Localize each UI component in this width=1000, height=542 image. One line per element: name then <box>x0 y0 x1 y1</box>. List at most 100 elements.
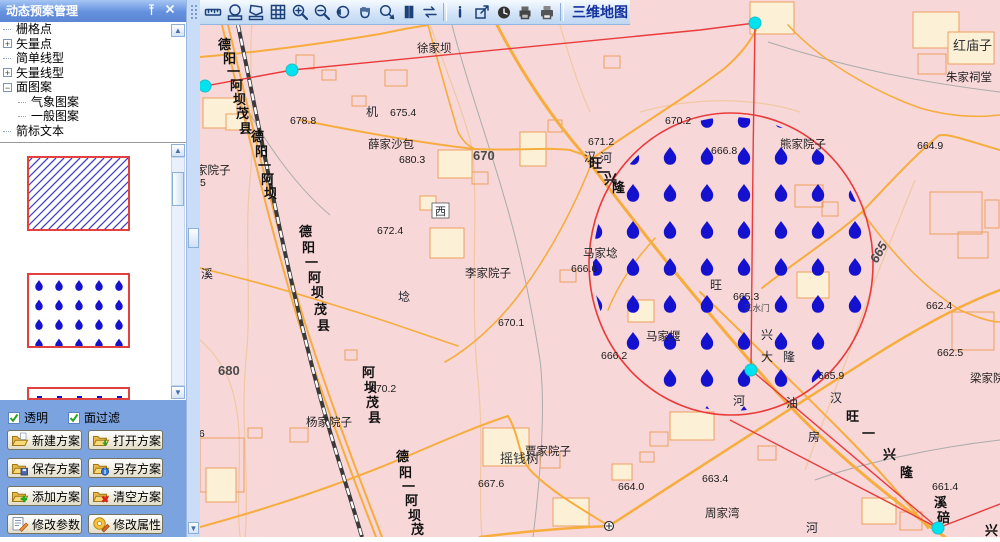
button-打开方案[interactable]: 打开方案 <box>88 430 163 450</box>
map-label: 661.4 <box>932 481 958 493</box>
pattern-swatch-partial[interactable] <box>27 387 130 400</box>
grip-dot <box>195 9 197 11</box>
measure-polygon-button[interactable] <box>246 1 268 23</box>
pan-button[interactable] <box>354 1 376 23</box>
swatch-scroll-thumb[interactable] <box>172 172 184 206</box>
tree-item-矢量线型[interactable]: +矢量线型 <box>0 66 186 81</box>
measure-distance-button[interactable] <box>202 1 224 23</box>
close-icon[interactable] <box>163 4 177 18</box>
checkbox-面过滤[interactable]: 面过滤 <box>68 412 120 425</box>
tree-item-简单线型[interactable]: 简单线型 <box>0 51 186 66</box>
map-label: 670.1 <box>498 317 524 329</box>
zoom-prev-button[interactable] <box>333 1 355 23</box>
map-3d-button[interactable]: 三维地图 <box>572 2 628 22</box>
building <box>797 272 829 298</box>
zoom-out-button[interactable] <box>311 1 333 23</box>
tree-item-面图案[interactable]: −面图案 <box>0 80 186 95</box>
swap-button[interactable] <box>420 1 442 23</box>
info-button[interactable] <box>449 1 471 23</box>
button-label: 保存方案 <box>32 460 80 477</box>
map-label: 阿 <box>308 270 321 285</box>
button-清空方案[interactable]: 清空方案 <box>88 486 163 506</box>
tree-item-箭标文本[interactable]: 箭标文本 <box>0 124 186 139</box>
control-point-handle[interactable] <box>932 522 944 534</box>
button-修改参数[interactable]: 修改参数 <box>7 514 82 534</box>
map-label: 662.5 <box>937 347 963 359</box>
map-label: 杨家院子 <box>306 415 352 429</box>
button-另存方案[interactable]: i另存方案 <box>88 458 163 478</box>
map-label: 埝 <box>398 289 410 304</box>
tree-item-一般图案[interactable]: 一般图案 <box>0 109 186 124</box>
building <box>206 468 236 502</box>
tree-item-气象图案[interactable]: 气象图案 <box>0 95 186 110</box>
tree-line <box>18 116 26 117</box>
map-label: 678.8 <box>290 115 316 127</box>
button-添加方案[interactable]: 添加方案 <box>7 486 82 506</box>
map-label: 家院子 <box>200 163 231 177</box>
checkmark-icon <box>8 412 20 424</box>
map-canvas[interactable]: 678.8675.4680.3672.4670.1671.2670.2670.2… <box>200 0 1000 537</box>
map-label: 河 <box>806 521 818 535</box>
tree-item-label: 栅格点 <box>16 22 52 37</box>
building <box>438 150 472 178</box>
tree-line <box>18 102 26 103</box>
map-label: 阳 <box>399 465 412 480</box>
map-label: 旺 <box>846 409 859 424</box>
print-preview-button[interactable] <box>514 1 536 23</box>
zoom-prev-icon <box>334 3 352 21</box>
pin-icon[interactable] <box>144 4 158 18</box>
button-label: 打开方案 <box>113 432 161 449</box>
export-button[interactable] <box>471 1 493 23</box>
map-label: 一 <box>862 426 875 441</box>
map-label: 坝 <box>233 92 246 107</box>
zoom-in-button[interactable] <box>289 1 311 23</box>
checkbox-透明[interactable]: 透明 <box>8 412 48 425</box>
map-toolbar: 三维地图 <box>200 0 630 25</box>
swatch-scroll-up[interactable]: ▲ <box>171 144 185 157</box>
collapse-icon[interactable]: − <box>3 83 12 92</box>
map-label: 阿 <box>230 78 243 93</box>
map-label: 阿 <box>261 172 274 187</box>
checkbox-label: 面过滤 <box>84 411 120 425</box>
tree-scroll-up[interactable]: ▲ <box>171 24 185 37</box>
button-保存方案[interactable]: 保存方案 <box>7 458 82 478</box>
button-新建方案[interactable]: 新建方案 <box>7 430 82 450</box>
tree-item-label: 面图案 <box>16 80 52 95</box>
control-point-handle[interactable] <box>749 17 761 29</box>
panel-scroll-down[interactable]: ▼ <box>188 522 199 534</box>
map-label: 663.4 <box>702 473 728 485</box>
panel-scroll-thumb[interactable] <box>188 228 199 248</box>
print-button[interactable] <box>536 1 558 23</box>
toolbar-separator <box>560 3 564 21</box>
measure-round-button[interactable] <box>224 1 246 23</box>
map-label: 一 <box>258 158 271 173</box>
panel-splitter[interactable]: ▼ <box>186 0 200 537</box>
grid-button[interactable] <box>267 1 289 23</box>
map-label: 徐家坝 <box>417 41 452 55</box>
tree-item-矢量点[interactable]: +矢量点 <box>0 37 186 52</box>
control-point-handle[interactable] <box>286 64 298 76</box>
map-label: 朱家祠堂 <box>946 70 992 84</box>
control-point-handle[interactable] <box>745 364 757 376</box>
expand-icon[interactable]: + <box>3 39 12 48</box>
building <box>862 498 896 524</box>
clock-button[interactable] <box>493 1 515 23</box>
pattern-swatch-raindrops[interactable] <box>27 273 130 348</box>
map-label: 马家埝 <box>583 246 618 260</box>
tree-item-栅格点[interactable]: 栅格点 <box>0 22 186 37</box>
building <box>430 228 464 258</box>
control-point-handle[interactable] <box>200 80 211 92</box>
zoom-out-icon <box>313 3 331 21</box>
zoom-window-button[interactable] <box>376 1 398 23</box>
button-修改属性[interactable]: 修改属性 <box>88 514 163 534</box>
zoom-window-icon <box>378 3 396 21</box>
pattern-swatch-diagonal-lines[interactable] <box>27 156 130 231</box>
swatch-scroll-down[interactable]: ▼ <box>171 386 185 399</box>
svg-text:i: i <box>104 467 106 476</box>
map-label: 阳 <box>255 144 268 159</box>
map-label: 县 <box>368 410 381 425</box>
pause-button[interactable] <box>398 1 420 23</box>
button-label: 添加方案 <box>32 488 80 505</box>
expand-icon[interactable]: + <box>3 68 12 77</box>
measure-round-icon <box>226 3 244 21</box>
